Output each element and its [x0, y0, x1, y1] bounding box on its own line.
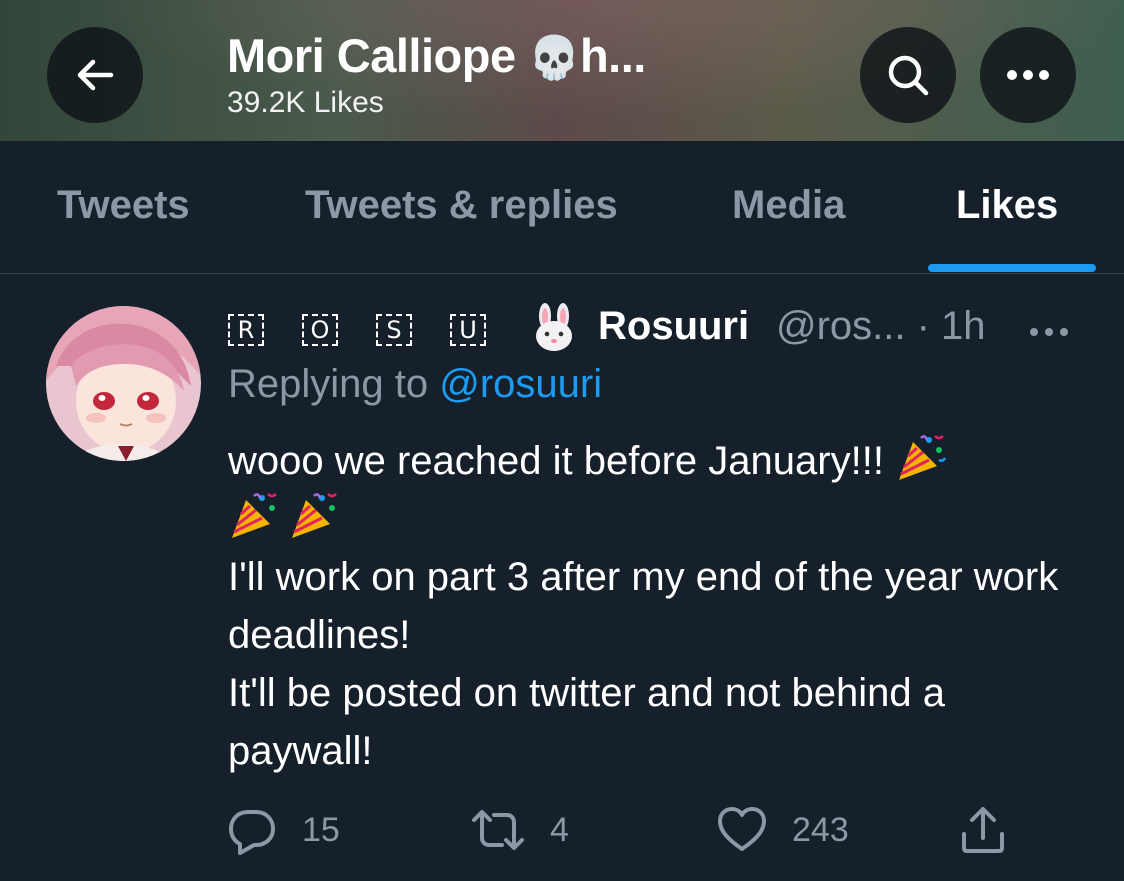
- like-count: 243: [792, 810, 849, 849]
- replying-to: Replying to @rosuuri: [228, 362, 603, 406]
- boxed-letter: O: [302, 314, 338, 346]
- tab-tweets-replies[interactable]: Tweets & replies: [305, 183, 618, 228]
- party-popper-icon: [899, 435, 947, 480]
- author-handle-time: @ros... · 1h: [776, 304, 986, 348]
- boxed-letter: U: [450, 314, 486, 346]
- more-horizontal-icon: [1007, 70, 1049, 80]
- rabbit-face-icon: [536, 303, 572, 351]
- header-text: Mori Calliope 💀h... 39.2K Likes: [227, 28, 646, 120]
- more-options-button[interactable]: [980, 27, 1076, 123]
- tab-likes[interactable]: Likes: [956, 183, 1058, 228]
- share-icon: [962, 807, 1004, 853]
- search-icon: [888, 55, 929, 96]
- more-horizontal-icon: [1030, 328, 1068, 336]
- profile-tabs: Tweets Tweets & replies Media Likes: [0, 141, 1124, 274]
- skull-emoji: 💀: [528, 33, 580, 82]
- reply-button[interactable]: 15: [226, 800, 340, 860]
- boxed-letter: S: [376, 314, 412, 346]
- avatar[interactable]: [46, 306, 201, 461]
- reply-icon: [229, 810, 275, 855]
- like-button[interactable]: 243: [716, 800, 849, 860]
- retweet-icon: [472, 810, 524, 850]
- back-button[interactable]: [47, 27, 143, 123]
- party-popper-icon: [292, 493, 337, 538]
- retweet-button[interactable]: 4: [470, 800, 569, 860]
- tweet-more-button[interactable]: [1028, 308, 1070, 353]
- arrow-left-icon: [77, 59, 114, 91]
- tweet-header: R O S U Rosuuri @ros... · 1h: [228, 300, 1088, 356]
- reply-mention-link[interactable]: @rosuuri: [439, 362, 602, 406]
- anime-avatar-image: [46, 306, 201, 461]
- tab-media[interactable]: Media: [732, 183, 845, 228]
- search-button[interactable]: [860, 27, 956, 123]
- tweet-actions: 15 4 243: [0, 800, 1124, 860]
- page-title: Mori Calliope 💀h...: [227, 29, 646, 82]
- profile-header: Mori Calliope 💀h... 39.2K Likes: [0, 0, 1124, 141]
- author-display-name[interactable]: Rosuuri: [598, 304, 749, 349]
- tweet-text: wooo we reached it before January!!! I'l…: [228, 432, 1088, 780]
- heart-icon: [718, 807, 766, 851]
- active-tab-indicator: [928, 264, 1096, 272]
- tab-tweets[interactable]: Tweets: [57, 183, 190, 228]
- boxed-letter: R: [228, 314, 264, 346]
- likes-count: 39.2K Likes: [227, 86, 384, 119]
- name-boxed-letters: R O S U: [228, 314, 524, 346]
- reply-count: 15: [302, 810, 340, 849]
- retweet-count: 4: [550, 810, 569, 849]
- party-popper-icon: [232, 493, 277, 538]
- share-button[interactable]: [958, 800, 1008, 860]
